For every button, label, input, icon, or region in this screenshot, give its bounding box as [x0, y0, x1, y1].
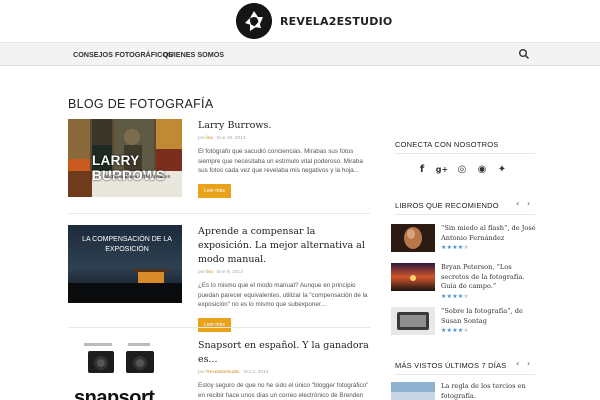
- book-title[interactable]: Bryan Peterson, “Los secretos de la foto…: [441, 263, 541, 292]
- twitter-icon[interactable]: ✦: [496, 163, 508, 175]
- post-item: LA COMPENSACIÓN DE LA EXPOSICIÓN Aprende…: [68, 225, 370, 332]
- logo-text: REVELA2ESTUDIO: [280, 14, 393, 28]
- post-excerpt: El fotógrafo que sacudió conciencias. Mi…: [198, 148, 363, 175]
- post-thumbnail[interactable]: LA COMPENSACIÓN DE LA EXPOSICIÓN: [68, 225, 182, 303]
- book-thumbnail[interactable]: [391, 307, 435, 335]
- site-logo[interactable]: REVELA2ESTUDIO: [236, 3, 392, 39]
- thumb-caption: LA COMPENSACIÓN DE LA EXPOSICIÓN: [82, 236, 172, 253]
- sidebar-divider: [395, 153, 535, 154]
- popular-prev-arrow-icon[interactable]: ‹: [516, 359, 519, 368]
- social-links: f g+ ◎ ◉ ✦: [416, 163, 516, 175]
- popular-next-arrow-icon[interactable]: ›: [527, 359, 530, 368]
- popular-thumbnail[interactable]: [391, 382, 435, 400]
- post-item: snapsort Snapsort en español. Y la ganad…: [68, 339, 370, 400]
- star-rating: ★★★★★: [441, 327, 541, 335]
- star-icon: ★: [463, 292, 469, 300]
- post-item: LARRY BURROWS Marines Blues · the Invasi…: [68, 119, 370, 211]
- instagram-icon[interactable]: ◎: [456, 163, 468, 175]
- books-next-arrow-icon[interactable]: ›: [527, 199, 530, 208]
- book-info: “Sobre la fotografía”, de Susan Sontag ★…: [441, 307, 541, 335]
- post-author[interactable]: Revela2estudio: [206, 370, 239, 375]
- site-header: REVELA2ESTUDIO: [0, 0, 600, 42]
- post-title[interactable]: Aprende a compensar la exposición. La me…: [198, 225, 370, 267]
- facebook-icon[interactable]: f: [416, 163, 428, 175]
- nav-item-consejos[interactable]: CONSEJOS FOTOGRÁFICOS: [73, 43, 173, 66]
- post-title[interactable]: Larry Burrows.: [198, 119, 370, 133]
- thumb-caption: snapsort: [74, 387, 155, 400]
- page-title: BLOG DE FOTOGRAFÍA: [68, 97, 214, 111]
- star-rating: ★★★★★: [441, 244, 541, 252]
- book-item: Bryan Peterson, “Los secretos de la foto…: [391, 263, 541, 303]
- read-more-button[interactable]: Leer más: [198, 317, 231, 332]
- post-date: · Oct 2, 2013: [239, 370, 269, 375]
- rss-icon[interactable]: ◉: [476, 163, 488, 175]
- popular-info: La regla de los tercios en fotografía.: [441, 382, 541, 400]
- popular-item: La regla de los tercios en fotografía.: [391, 382, 541, 400]
- thumb-subcaption: Marines Blues · the Invasion: [104, 175, 171, 180]
- post-thumbnail[interactable]: snapsort: [68, 339, 182, 400]
- book-item: “Sin miedo al flash”, de José Antonio Fe…: [391, 224, 541, 258]
- nav-item-quienes-somos[interactable]: QUIENES SOMOS: [163, 43, 224, 66]
- post-title[interactable]: Snapsort en español. Y la ganadora es...: [198, 339, 370, 367]
- popular-title[interactable]: La regla de los tercios en fotografía.: [441, 382, 541, 400]
- post-thumbnail[interactable]: LARRY BURROWS Marines Blues · the Invasi…: [68, 119, 182, 197]
- books-prev-arrow-icon[interactable]: ‹: [516, 199, 519, 208]
- star-rating: ★★★★★: [441, 293, 541, 301]
- book-item: “Sobre la fotografía”, de Susan Sontag ★…: [391, 307, 541, 341]
- book-thumbnail[interactable]: [391, 224, 435, 252]
- book-title[interactable]: “Sobre la fotografía”, de Susan Sontag: [441, 307, 541, 326]
- post-meta: por Revela2estudio · Oct 2, 2013: [198, 370, 370, 375]
- book-thumbnail[interactable]: [391, 263, 435, 291]
- sidebar-divider: [395, 374, 535, 375]
- google-plus-icon[interactable]: g+: [436, 163, 448, 175]
- post-meta: por lira · Ene 28, 2013: [198, 136, 370, 141]
- book-info: Bryan Peterson, “Los secretos de la foto…: [441, 263, 541, 301]
- post-body: Larry Burrows. por lira · Ene 28, 2013 E…: [198, 119, 370, 198]
- post-excerpt: ¿Es lo mismo que el modo manual? Aunque …: [198, 282, 368, 309]
- post-meta: por lira · Ene 9, 2013: [198, 270, 370, 275]
- star-icon: ★: [463, 244, 469, 251]
- post-excerpt: Estoy seguro de que no he sido el único …: [198, 382, 369, 399]
- post-date: · Ene 9, 2013: [212, 270, 243, 275]
- books-heading: LIBROS QUE RECOMIENDO: [395, 201, 499, 210]
- read-more-button[interactable]: Leer más: [198, 183, 231, 198]
- aperture-logo-icon: [236, 3, 272, 39]
- post-divider: [68, 213, 370, 214]
- book-title[interactable]: “Sin miedo al flash”, de José Antonio Fe…: [441, 224, 541, 243]
- post-body: Snapsort en español. Y la ganadora es...…: [198, 339, 370, 400]
- post-body: Aprende a compensar la exposición. La me…: [198, 225, 370, 332]
- search-icon[interactable]: [518, 48, 530, 60]
- post-divider: [68, 327, 370, 328]
- sidebar-divider: [395, 214, 535, 215]
- star-icon: ★: [463, 327, 469, 334]
- post-date: · Ene 28, 2013: [212, 136, 246, 141]
- main-nav: CONSEJOS FOTOGRÁFICOS QUIENES SOMOS: [0, 42, 600, 66]
- popular-heading: MÁS VISTOS ÚLTIMOS 7 DÍAS: [395, 361, 507, 370]
- connect-heading: CONECTA CON NOSOTROS: [395, 140, 499, 149]
- book-info: “Sin miedo al flash”, de José Antonio Fe…: [441, 224, 541, 252]
